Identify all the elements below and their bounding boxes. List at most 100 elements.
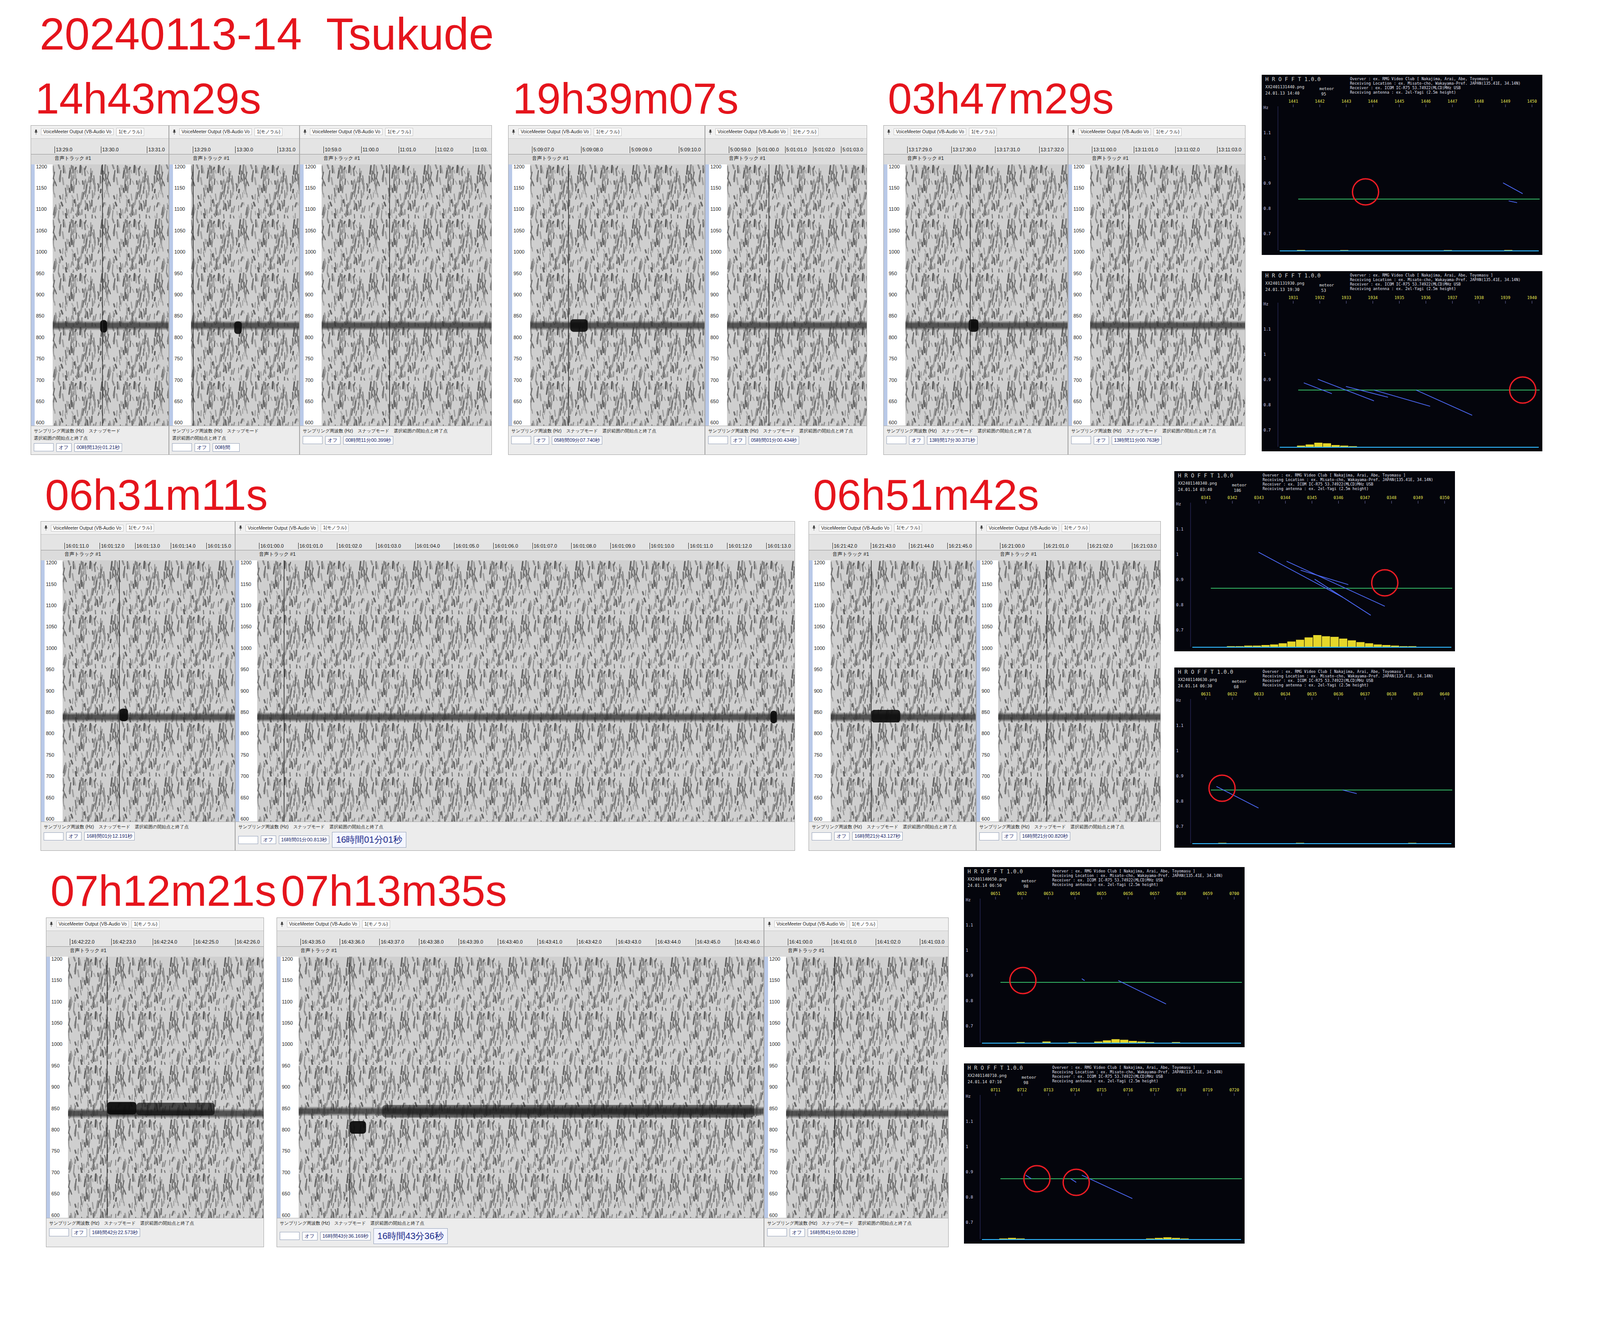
spectrogram[interactable] [62,560,235,822]
snap-field[interactable]: オフ [71,1228,87,1237]
time-ruler[interactable]: 5:09:07.05:09:08.05:09:09.05:09:10.0 [508,138,705,155]
snap-field[interactable]: オフ [834,831,850,841]
spectrogram[interactable] [530,164,705,426]
device-select[interactable]: VoiceMeeter Output (VB-Audio Vo [518,128,591,136]
device-select[interactable]: VoiceMeeter Output (VB-Audio Vo [309,128,383,136]
rate-field[interactable] [302,436,323,445]
channel-select[interactable]: 1(モノラル) [254,127,283,137]
spectrogram[interactable] [298,956,764,1219]
time-ruler[interactable]: 16:01:00.016:01:01.016:01:02.016:01:03.0… [235,534,795,551]
rate-field[interactable] [886,436,907,445]
device-select[interactable]: VoiceMeeter Output (VB-Audio Vo [50,524,124,532]
channel-select[interactable]: 1(モノラル) [362,920,391,929]
selection-time-field[interactable]: 00時間13分01.21秒 [74,443,123,452]
channel-select[interactable]: 1(モノラル) [894,523,923,532]
selection-time-field[interactable]: 13時間17分30.371秒 [927,436,978,445]
selection-time-field[interactable]: 05時間01分00.434秒 [748,436,800,445]
time-ruler[interactable]: 13:29.013:30.013:31.0 [31,138,169,155]
time-ruler[interactable]: 16:01:11.016:01:12.016:01:13.016:01:14.0… [40,534,235,551]
time-ruler[interactable]: 13:17:29.013:17:30.013:17:31.013:17:32.0 [883,138,1068,155]
selection-time-field[interactable]: 05時間09分07.740秒 [551,436,603,445]
spectrogram[interactable] [68,956,264,1219]
time-ruler[interactable]: 13:29.013:30.013:31.0 [169,138,300,155]
snap-field[interactable]: オフ [1001,831,1018,841]
snap-field[interactable]: オフ [789,1228,805,1237]
rate-field[interactable] [43,832,64,841]
rate-field[interactable] [708,436,728,445]
time-ruler[interactable]: 16:43:35.016:43:36.016:43:37.016:43:38.0… [277,931,764,947]
channel-select[interactable]: 1(モノラル) [849,920,878,929]
device-select[interactable]: VoiceMeeter Output (VB-Audio Vo [774,920,847,928]
channel-select[interactable]: 1(モノラル) [968,127,997,137]
snap-field[interactable]: オフ [66,831,82,841]
device-select[interactable]: VoiceMeeter Output (VB-Audio Vo [986,524,1060,532]
snap-field[interactable]: オフ [325,436,341,445]
channel-select[interactable]: 1(モノラル) [790,127,819,137]
rate-field[interactable] [511,436,532,445]
time-ruler[interactable]: 16:21:00.016:21:01.016:21:02.016:21:03.0 [976,534,1161,551]
rate-field[interactable] [1071,436,1091,445]
channel-select[interactable]: 1(モノラル) [116,127,145,137]
rate-field[interactable] [279,1231,300,1241]
device-select[interactable]: VoiceMeeter Output (VB-Audio Vo [40,128,114,136]
device-select[interactable]: VoiceMeeter Output (VB-Audio Vo [245,524,319,532]
time-ruler[interactable]: 5:00:59.05:01:00.05:01:01.05:01:02.05:01… [705,138,867,155]
rate-field[interactable] [811,832,832,841]
snap-field[interactable]: オフ [194,443,210,452]
axis-label: 800 [304,335,321,341]
rate-field[interactable] [33,443,54,452]
rate-field[interactable] [767,1228,787,1237]
channel-select[interactable]: 1(モノラル) [385,127,414,137]
device-select[interactable]: VoiceMeeter Output (VB-Audio Vo [179,128,252,136]
time-ruler[interactable]: 13:11:00.013:11:01.013:11:02.013:11:03.0 [1068,138,1246,155]
selection-time-field[interactable]: 16時間21分43.127秒 [852,831,903,841]
selection-time-field[interactable]: 16時間42分22.573秒 [89,1228,141,1237]
device-select[interactable]: VoiceMeeter Output (VB-Audio Vo [893,128,967,136]
selection-time-field[interactable]: 16時間01分12.191秒 [84,831,135,841]
snap-field[interactable]: オフ [56,443,72,452]
channel-select[interactable]: 1(モノラル) [131,920,160,929]
spectrogram[interactable] [998,560,1161,822]
time-ruler[interactable]: 16:21:42.016:21:43.016:21:44.016:21:45.0 [809,534,976,551]
time-ruler[interactable]: 10:59.011:00.011:01.011:02.011:03. [300,138,492,155]
selection-time-field[interactable]: 13時間11分00.763秒 [1111,436,1162,445]
snap-field[interactable]: オフ [909,436,925,445]
channel-select[interactable]: 1(モノラル) [126,523,155,532]
spectrogram[interactable] [1090,164,1246,426]
snap-field[interactable]: オフ [302,1231,318,1241]
channel-select[interactable]: 1(モノラル) [1153,127,1182,137]
channel-select[interactable]: 1(モノラル) [320,523,349,532]
rate-field[interactable] [238,836,259,845]
device-select[interactable]: VoiceMeeter Output (VB-Audio Vo [56,920,129,928]
spectrogram[interactable] [727,164,867,426]
device-select[interactable]: VoiceMeeter Output (VB-Audio Vo [715,128,788,136]
device-select[interactable]: VoiceMeeter Output (VB-Audio Vo [1078,128,1151,136]
snap-field[interactable]: オフ [1093,436,1110,445]
spectrogram[interactable] [321,164,492,426]
spectrogram[interactable] [190,164,300,426]
channel-select[interactable]: 1(モノラル) [1061,523,1090,532]
rate-field[interactable] [979,832,1000,841]
rate-field[interactable] [172,443,192,452]
selection-time-field[interactable]: 00時間 [212,443,240,452]
spectrogram[interactable] [786,956,949,1219]
snap-field[interactable]: オフ [260,835,277,845]
spectrogram[interactable] [52,164,169,426]
selection-time-field[interactable]: 16時間01分00.813秒 [278,835,330,845]
selection-time-field[interactable]: 16時間21分00.820秒 [1019,831,1071,841]
channel-select[interactable]: 1(モノラル) [593,127,622,137]
spectrogram[interactable] [257,560,795,822]
observation-group: 03h47m29sVoiceMeeter Output (VB-Audio Vo… [883,74,1246,455]
device-select[interactable]: VoiceMeeter Output (VB-Audio Vo [286,920,360,928]
time-ruler[interactable]: 16:42:22.016:42:23.016:42:24.016:42:25.0… [46,931,264,947]
snap-field[interactable]: オフ [533,436,550,445]
snap-field[interactable]: オフ [730,436,746,445]
selection-time-field[interactable]: 00時間11分00.399秒 [343,436,394,445]
spectrogram[interactable] [830,560,976,822]
spectrogram[interactable] [905,164,1068,426]
selection-time-field[interactable]: 16時間41分00.828秒 [807,1228,859,1237]
device-select[interactable]: VoiceMeeter Output (VB-Audio Vo [818,524,892,532]
rate-field[interactable] [49,1228,69,1237]
selection-time-field[interactable]: 16時間43分36.169秒 [320,1231,371,1241]
time-ruler[interactable]: 16:41:00.016:41:01.016:41:02.016:41:03.0 [764,931,949,947]
